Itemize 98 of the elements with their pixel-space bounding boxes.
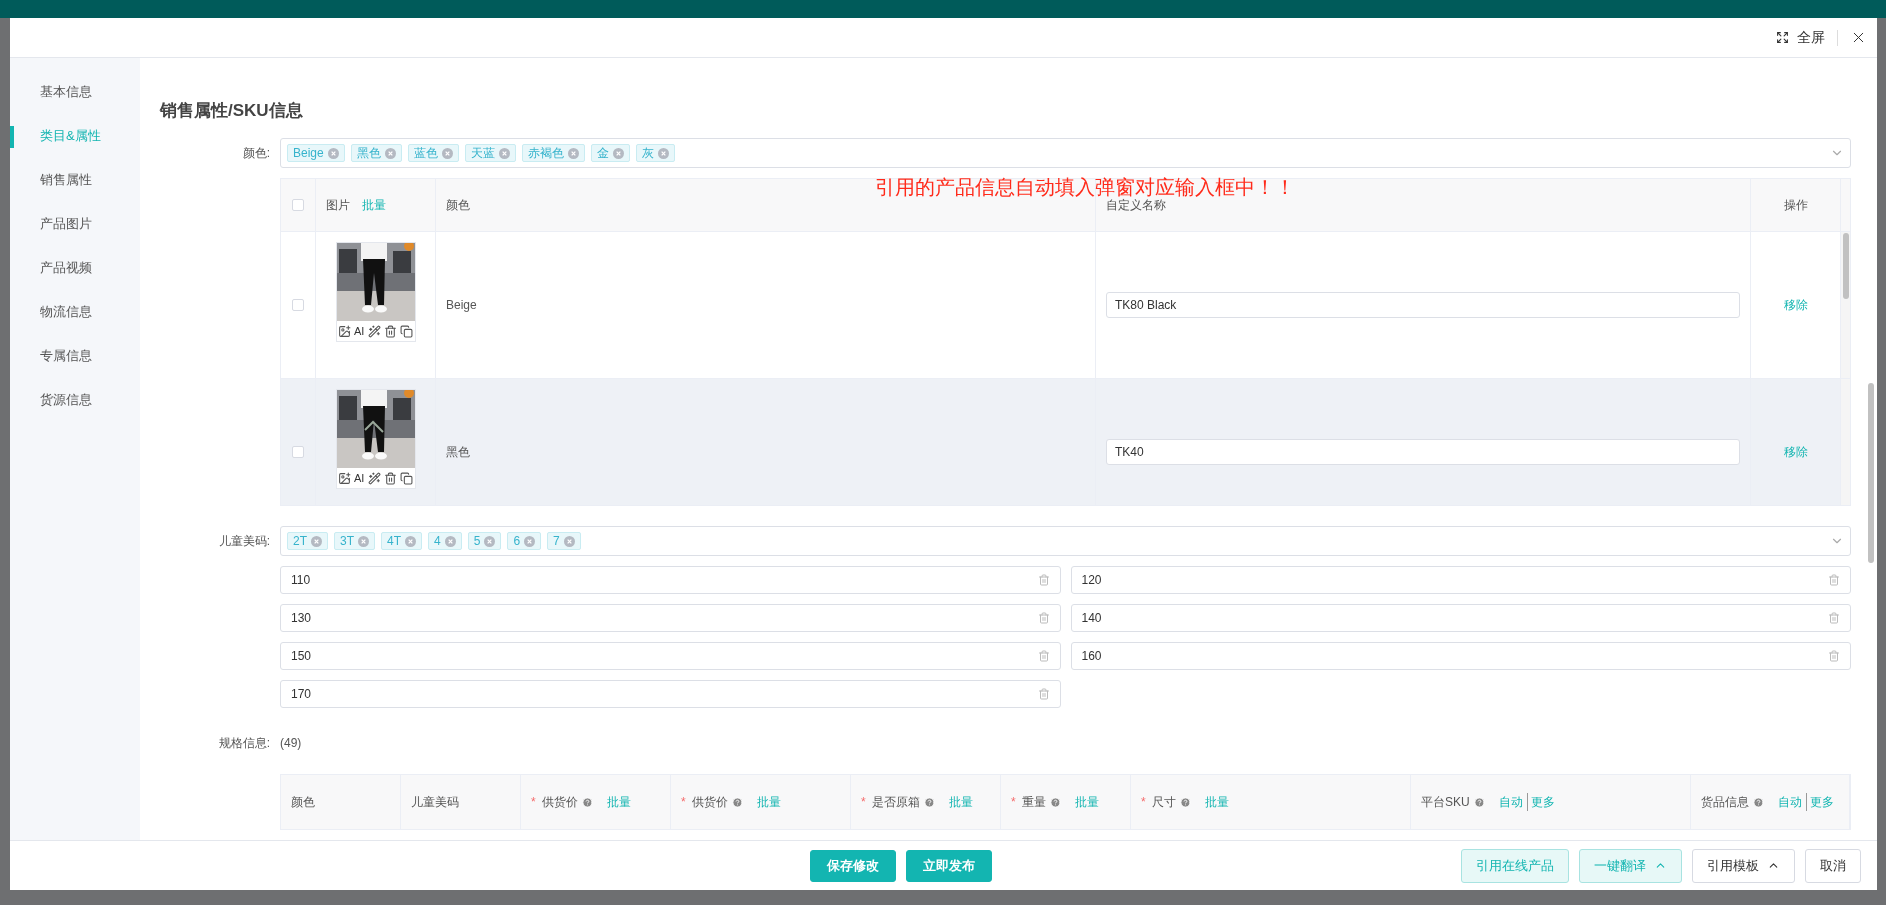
fullscreen-icon[interactable] bbox=[1776, 31, 1789, 44]
table-cell-text: Beige bbox=[446, 297, 477, 314]
required-mark: * bbox=[1011, 794, 1016, 811]
image-upload-icon[interactable] bbox=[337, 324, 351, 338]
sidebar-item[interactable]: 货源信息 bbox=[10, 390, 92, 410]
input-field[interactable]: 110 bbox=[280, 566, 1061, 594]
table-cell-text: 黑色 bbox=[446, 444, 470, 461]
input-field[interactable]: 150 bbox=[280, 642, 1061, 670]
column-header: 图片 bbox=[326, 197, 350, 214]
remove-icon[interactable] bbox=[498, 147, 510, 159]
sidebar-item[interactable]: 产品图片 bbox=[10, 214, 92, 234]
remove-icon[interactable] bbox=[384, 147, 396, 159]
help-icon[interactable] bbox=[581, 796, 593, 808]
sidebar-item[interactable]: 销售属性 bbox=[10, 170, 92, 190]
help-icon[interactable] bbox=[1049, 796, 1061, 808]
sidebar-item[interactable]: 专属信息 bbox=[10, 346, 92, 366]
help-icon[interactable] bbox=[923, 796, 935, 808]
column-header: 是否原箱 bbox=[871, 794, 920, 811]
field-label: 颜色: bbox=[241, 145, 271, 162]
ai-button[interactable]: AI bbox=[353, 469, 365, 487]
remove-icon[interactable] bbox=[327, 147, 339, 159]
checkbox[interactable] bbox=[292, 446, 304, 458]
fullscreen-button[interactable]: 全屏 bbox=[1797, 27, 1825, 48]
tag: 2T bbox=[287, 532, 328, 550]
scrollbar[interactable] bbox=[1842, 233, 1849, 299]
magic-wand-icon[interactable] bbox=[367, 471, 381, 485]
tag: 蓝色 bbox=[407, 144, 459, 162]
column-header: 货品信息 bbox=[1701, 794, 1749, 811]
field-label: 规格信息: bbox=[217, 735, 271, 752]
remove-icon[interactable] bbox=[441, 147, 453, 159]
input-field[interactable]: 160 bbox=[1070, 642, 1851, 670]
remove-icon[interactable] bbox=[311, 535, 322, 547]
help-icon[interactable] bbox=[1179, 796, 1191, 808]
column-header: 重量 bbox=[1021, 794, 1046, 811]
input-field[interactable]: 120 bbox=[1070, 566, 1851, 594]
required-mark: * bbox=[1141, 794, 1146, 811]
column-header: 颜色 bbox=[446, 197, 470, 214]
spec-count: (49) bbox=[280, 735, 302, 752]
column-header: 尺寸 bbox=[1151, 794, 1176, 811]
remove-icon[interactable] bbox=[612, 147, 624, 159]
column-header: 儿童美码 bbox=[411, 794, 459, 811]
required-mark: * bbox=[531, 794, 536, 811]
checkbox[interactable] bbox=[292, 199, 304, 211]
column-header: 颜色 bbox=[291, 794, 315, 811]
help-icon[interactable] bbox=[731, 796, 743, 808]
ai-button[interactable]: AI bbox=[353, 322, 365, 340]
remove-icon[interactable] bbox=[567, 147, 579, 159]
column-header: 自定义名称 bbox=[1106, 197, 1166, 214]
tag: 6 bbox=[507, 532, 542, 550]
image-upload-icon[interactable] bbox=[337, 471, 351, 485]
help-icon[interactable] bbox=[1753, 796, 1764, 808]
table-row[interactable]: AI Beige TK80 Black 移除 bbox=[281, 232, 1850, 379]
column-header: 供货价 bbox=[541, 794, 578, 811]
help-icon[interactable] bbox=[1473, 796, 1485, 808]
remove-icon[interactable] bbox=[444, 535, 456, 547]
remove-icon[interactable] bbox=[524, 535, 536, 547]
sidebar-item[interactable]: 基本信息 bbox=[10, 82, 92, 102]
checkbox[interactable] bbox=[292, 299, 304, 311]
remove-icon[interactable] bbox=[405, 535, 417, 547]
required-mark: * bbox=[861, 794, 866, 811]
copy-icon[interactable] bbox=[400, 471, 414, 485]
input-field[interactable]: 140 bbox=[1070, 604, 1851, 632]
tag: 4 bbox=[428, 532, 462, 550]
sidebar-item[interactable]: 物流信息 bbox=[10, 302, 92, 322]
tag: 3T bbox=[334, 532, 376, 550]
footer-button[interactable]: 取消 bbox=[1805, 848, 1861, 883]
remove-icon[interactable] bbox=[657, 147, 669, 159]
copy-icon[interactable] bbox=[400, 324, 414, 338]
scrollbar[interactable] bbox=[1868, 383, 1874, 563]
required-mark: * bbox=[681, 794, 686, 811]
footer-button[interactable]: 引用模板 bbox=[1692, 848, 1795, 883]
tag: 5 bbox=[467, 532, 502, 550]
tag: 金 bbox=[590, 144, 630, 162]
sidebar-item[interactable]: 产品视频 bbox=[10, 258, 92, 278]
column-header: 供货价 bbox=[691, 794, 728, 811]
remove-icon[interactable] bbox=[563, 535, 575, 547]
input-field[interactable]: TK80 Black bbox=[1106, 292, 1740, 318]
remove-icon[interactable] bbox=[484, 535, 496, 547]
tag: 黑色 bbox=[350, 144, 402, 162]
tag: Beige bbox=[287, 144, 345, 162]
column-header: 平台SKU bbox=[1421, 794, 1470, 811]
tag: 赤褐色 bbox=[521, 144, 585, 162]
input-field[interactable]: TK40 bbox=[1106, 439, 1740, 465]
magic-wand-icon[interactable] bbox=[367, 324, 381, 338]
input-field[interactable]: 170 bbox=[280, 680, 1061, 708]
input-field[interactable]: 130 bbox=[280, 604, 1061, 632]
section-title: 销售属性/SKU信息 bbox=[160, 100, 304, 120]
remove-icon[interactable] bbox=[358, 535, 370, 547]
delete-icon[interactable] bbox=[384, 324, 398, 338]
field-label: 儿童美码: bbox=[217, 533, 271, 550]
tag: 天蓝 bbox=[464, 144, 516, 162]
tag: 灰 bbox=[635, 144, 675, 162]
delete-icon[interactable] bbox=[384, 471, 398, 485]
table-row[interactable]: AI 黑色 TK40 移除 bbox=[281, 379, 1850, 505]
annotation: 引用的产品信息自动填入弹窗对应输入框中！！ bbox=[875, 175, 1295, 199]
tag: 4T bbox=[381, 532, 423, 550]
tag: 7 bbox=[547, 532, 581, 550]
column-header: 操作 bbox=[1783, 197, 1808, 214]
